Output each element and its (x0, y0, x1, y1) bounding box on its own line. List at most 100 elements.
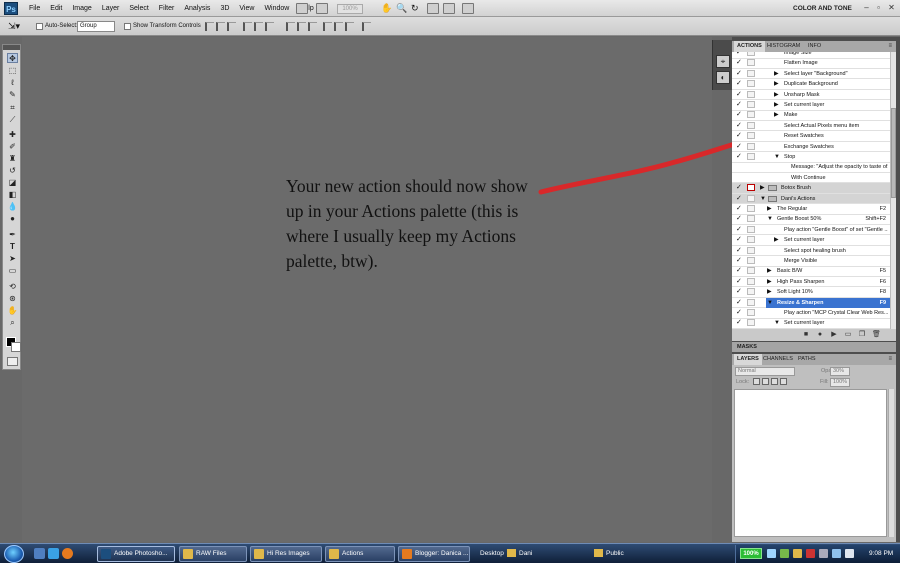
hand-tool-icon[interactable]: ✋ (7, 306, 18, 316)
collapsed-triangle-icon[interactable]: ▶ (774, 111, 779, 119)
toggle-dialog-icon[interactable] (747, 215, 755, 223)
actions-scrollbar[interactable] (890, 52, 896, 333)
toggle-dialog-icon[interactable] (747, 298, 755, 306)
tab-actions[interactable]: ACTIONS (734, 41, 765, 52)
toggle-dialog-icon[interactable] (747, 277, 755, 285)
action-row[interactable]: ✓ ▼ Gentle Boost 50% Shift+F2 (732, 214, 890, 226)
action-row[interactable]: ✓ ▶ The Regular F2 (732, 204, 890, 215)
toggle-item-checkbox[interactable]: ✓ (736, 70, 743, 78)
toggle-dialog-icon[interactable] (747, 90, 755, 98)
action-set-row[interactable]: ✓ ▶ Botox Brush (732, 183, 890, 194)
quick-selection-tool-icon[interactable]: ✎ (7, 90, 18, 100)
distribute-left-icon[interactable] (323, 22, 332, 31)
lock-position-icon[interactable] (771, 378, 778, 385)
toggle-item-checkbox[interactable]: ✓ (736, 132, 743, 140)
toggle-dialog-icon[interactable] (747, 52, 755, 56)
action-row[interactable]: ✓ Select spot healing brush (732, 246, 890, 257)
delete-icon[interactable]: 🗑 (872, 331, 881, 338)
internet-explorer-icon[interactable] (48, 548, 59, 559)
3d-orbit-tool-icon[interactable]: ⊛ (7, 294, 18, 304)
toggle-dialog-icon[interactable] (747, 132, 755, 140)
toggle-item-checkbox[interactable] (736, 174, 743, 182)
align-bottom-icon[interactable] (227, 22, 236, 31)
start-button[interactable] (4, 545, 24, 563)
taskbar-button[interactable]: Blogger: Danica ... (398, 546, 470, 562)
gradient-tool-icon[interactable]: ◧ (7, 190, 18, 200)
toggle-item-checkbox[interactable]: ✓ (736, 278, 743, 286)
action-row[interactable]: ✓ ▶ Soft Light 10% F8 (732, 287, 890, 298)
toggle-dialog-icon[interactable] (747, 236, 755, 244)
record-icon[interactable]: ● (816, 331, 824, 338)
menu-select[interactable]: Select (124, 0, 153, 17)
layers-panel-menu-icon[interactable]: ≡ (888, 355, 892, 364)
pen-tool-icon[interactable]: ✒ (7, 230, 18, 240)
auto-align-icon[interactable] (362, 22, 371, 31)
lock-image-icon[interactable] (762, 378, 769, 385)
toggle-item-checkbox[interactable]: ✓ (736, 236, 743, 244)
action-row[interactable]: ✓ ▶ Make (732, 110, 890, 122)
blur-tool-icon[interactable]: 💧 (7, 202, 18, 212)
toggle-item-checkbox[interactable]: ✓ (736, 184, 743, 192)
lock-transparent-icon[interactable] (753, 378, 760, 385)
align-left-icon[interactable] (243, 22, 252, 31)
toggle-item-checkbox[interactable]: ✓ (736, 309, 743, 317)
toggle-item-checkbox[interactable]: ✓ (736, 257, 743, 265)
tab-info[interactable]: INFO (805, 41, 824, 52)
tray-alert-icon[interactable] (806, 549, 815, 558)
show-transform-checkbox[interactable] (124, 23, 131, 30)
taskbar-button[interactable]: RAW Files (179, 546, 247, 562)
zoom-tool-icon[interactable]: ⌕ (7, 318, 18, 328)
adjustments-panel-icon[interactable]: ◐ (716, 71, 730, 84)
distribute-bottom-icon[interactable] (308, 22, 317, 31)
lasso-tool-icon[interactable]: ℓ (7, 78, 18, 88)
action-set-row[interactable]: ✓ ▼ Dani's Actions (732, 193, 890, 205)
clone-stamp-tool-icon[interactable]: ♜ (7, 154, 18, 164)
tab-masks[interactable]: MASKS (734, 342, 760, 352)
layers-scrollbar[interactable] (888, 389, 894, 537)
auto-select-checkbox[interactable] (36, 23, 43, 30)
tab-channels[interactable]: CHANNELS (760, 354, 796, 365)
collapsed-triangle-icon[interactable]: ▶ (767, 288, 772, 296)
restore-icon[interactable]: ▫ (873, 3, 884, 13)
toggle-dialog-icon[interactable] (747, 101, 755, 108)
toggle-item-checkbox[interactable] (736, 163, 743, 171)
collapsed-triangle-icon[interactable]: ▶ (767, 205, 772, 213)
action-row[interactable]: ✓ ▼ Set current layer (732, 318, 890, 330)
zoom-icon[interactable]: 🔍 (396, 3, 408, 14)
action-row[interactable]: ✓ ▶ High Pass Sharpen F6 (732, 277, 890, 288)
action-row[interactable]: With Continue (732, 173, 890, 184)
toggle-item-checkbox[interactable]: ✓ (736, 153, 743, 161)
move-tool-icon[interactable]: ✥ (7, 53, 18, 63)
action-row[interactable]: ✓ ▶ Unsharp Mask (732, 90, 890, 101)
toggle-dialog-icon[interactable] (747, 205, 755, 212)
toggle-item-checkbox[interactable]: ✓ (736, 247, 743, 255)
tab-histogram[interactable]: HISTOGRAM (764, 41, 803, 52)
tray-security-icon[interactable] (793, 549, 802, 558)
distribute-top-icon[interactable] (286, 22, 295, 31)
crop-tool-icon[interactable]: ⌗ (7, 103, 18, 113)
toggle-item-checkbox[interactable]: ✓ (736, 59, 743, 67)
workspace-switcher[interactable]: COLOR AND TONE (793, 0, 852, 17)
workspace-arrange-icon[interactable] (462, 3, 474, 14)
action-row[interactable]: ✓ ▼ Resize & Sharpen F9 (732, 297, 890, 309)
expanded-triangle-icon[interactable]: ▼ (774, 153, 780, 161)
action-row[interactable]: ✓ Reset Swatches (732, 131, 890, 142)
action-row[interactable]: ✓ ▶ Basic B/W F5 (732, 266, 890, 278)
opacity-field[interactable]: 30% (830, 367, 850, 376)
action-row[interactable]: ✓ Play action "Gentle Boost" of set "Gent… (732, 225, 890, 236)
toggle-dialog-icon[interactable] (747, 319, 755, 327)
type-tool-icon[interactable]: T (7, 242, 18, 252)
background-color-swatch[interactable] (11, 342, 21, 352)
arrange-documents-icon[interactable] (443, 3, 455, 14)
menu-analysis[interactable]: Analysis (179, 0, 215, 17)
action-row[interactable]: ✓ ▶ Duplicate Background (732, 79, 890, 90)
distribute-hcenter-icon[interactable] (334, 22, 343, 31)
toggle-dialog-icon[interactable] (747, 267, 755, 275)
action-row[interactable]: ✓ Select Actual Pixels menu item (732, 121, 890, 132)
taskbar-toolbar-item[interactable]: Dani (507, 546, 532, 562)
taskbar-toolbar-item[interactable]: Desktop (480, 546, 504, 562)
toggle-item-checkbox[interactable]: ✓ (736, 226, 743, 234)
toggle-item-checkbox[interactable]: ✓ (736, 143, 743, 151)
firefox-icon[interactable] (62, 548, 73, 559)
action-row[interactable]: ✓ Exchange Swatches (732, 142, 890, 153)
